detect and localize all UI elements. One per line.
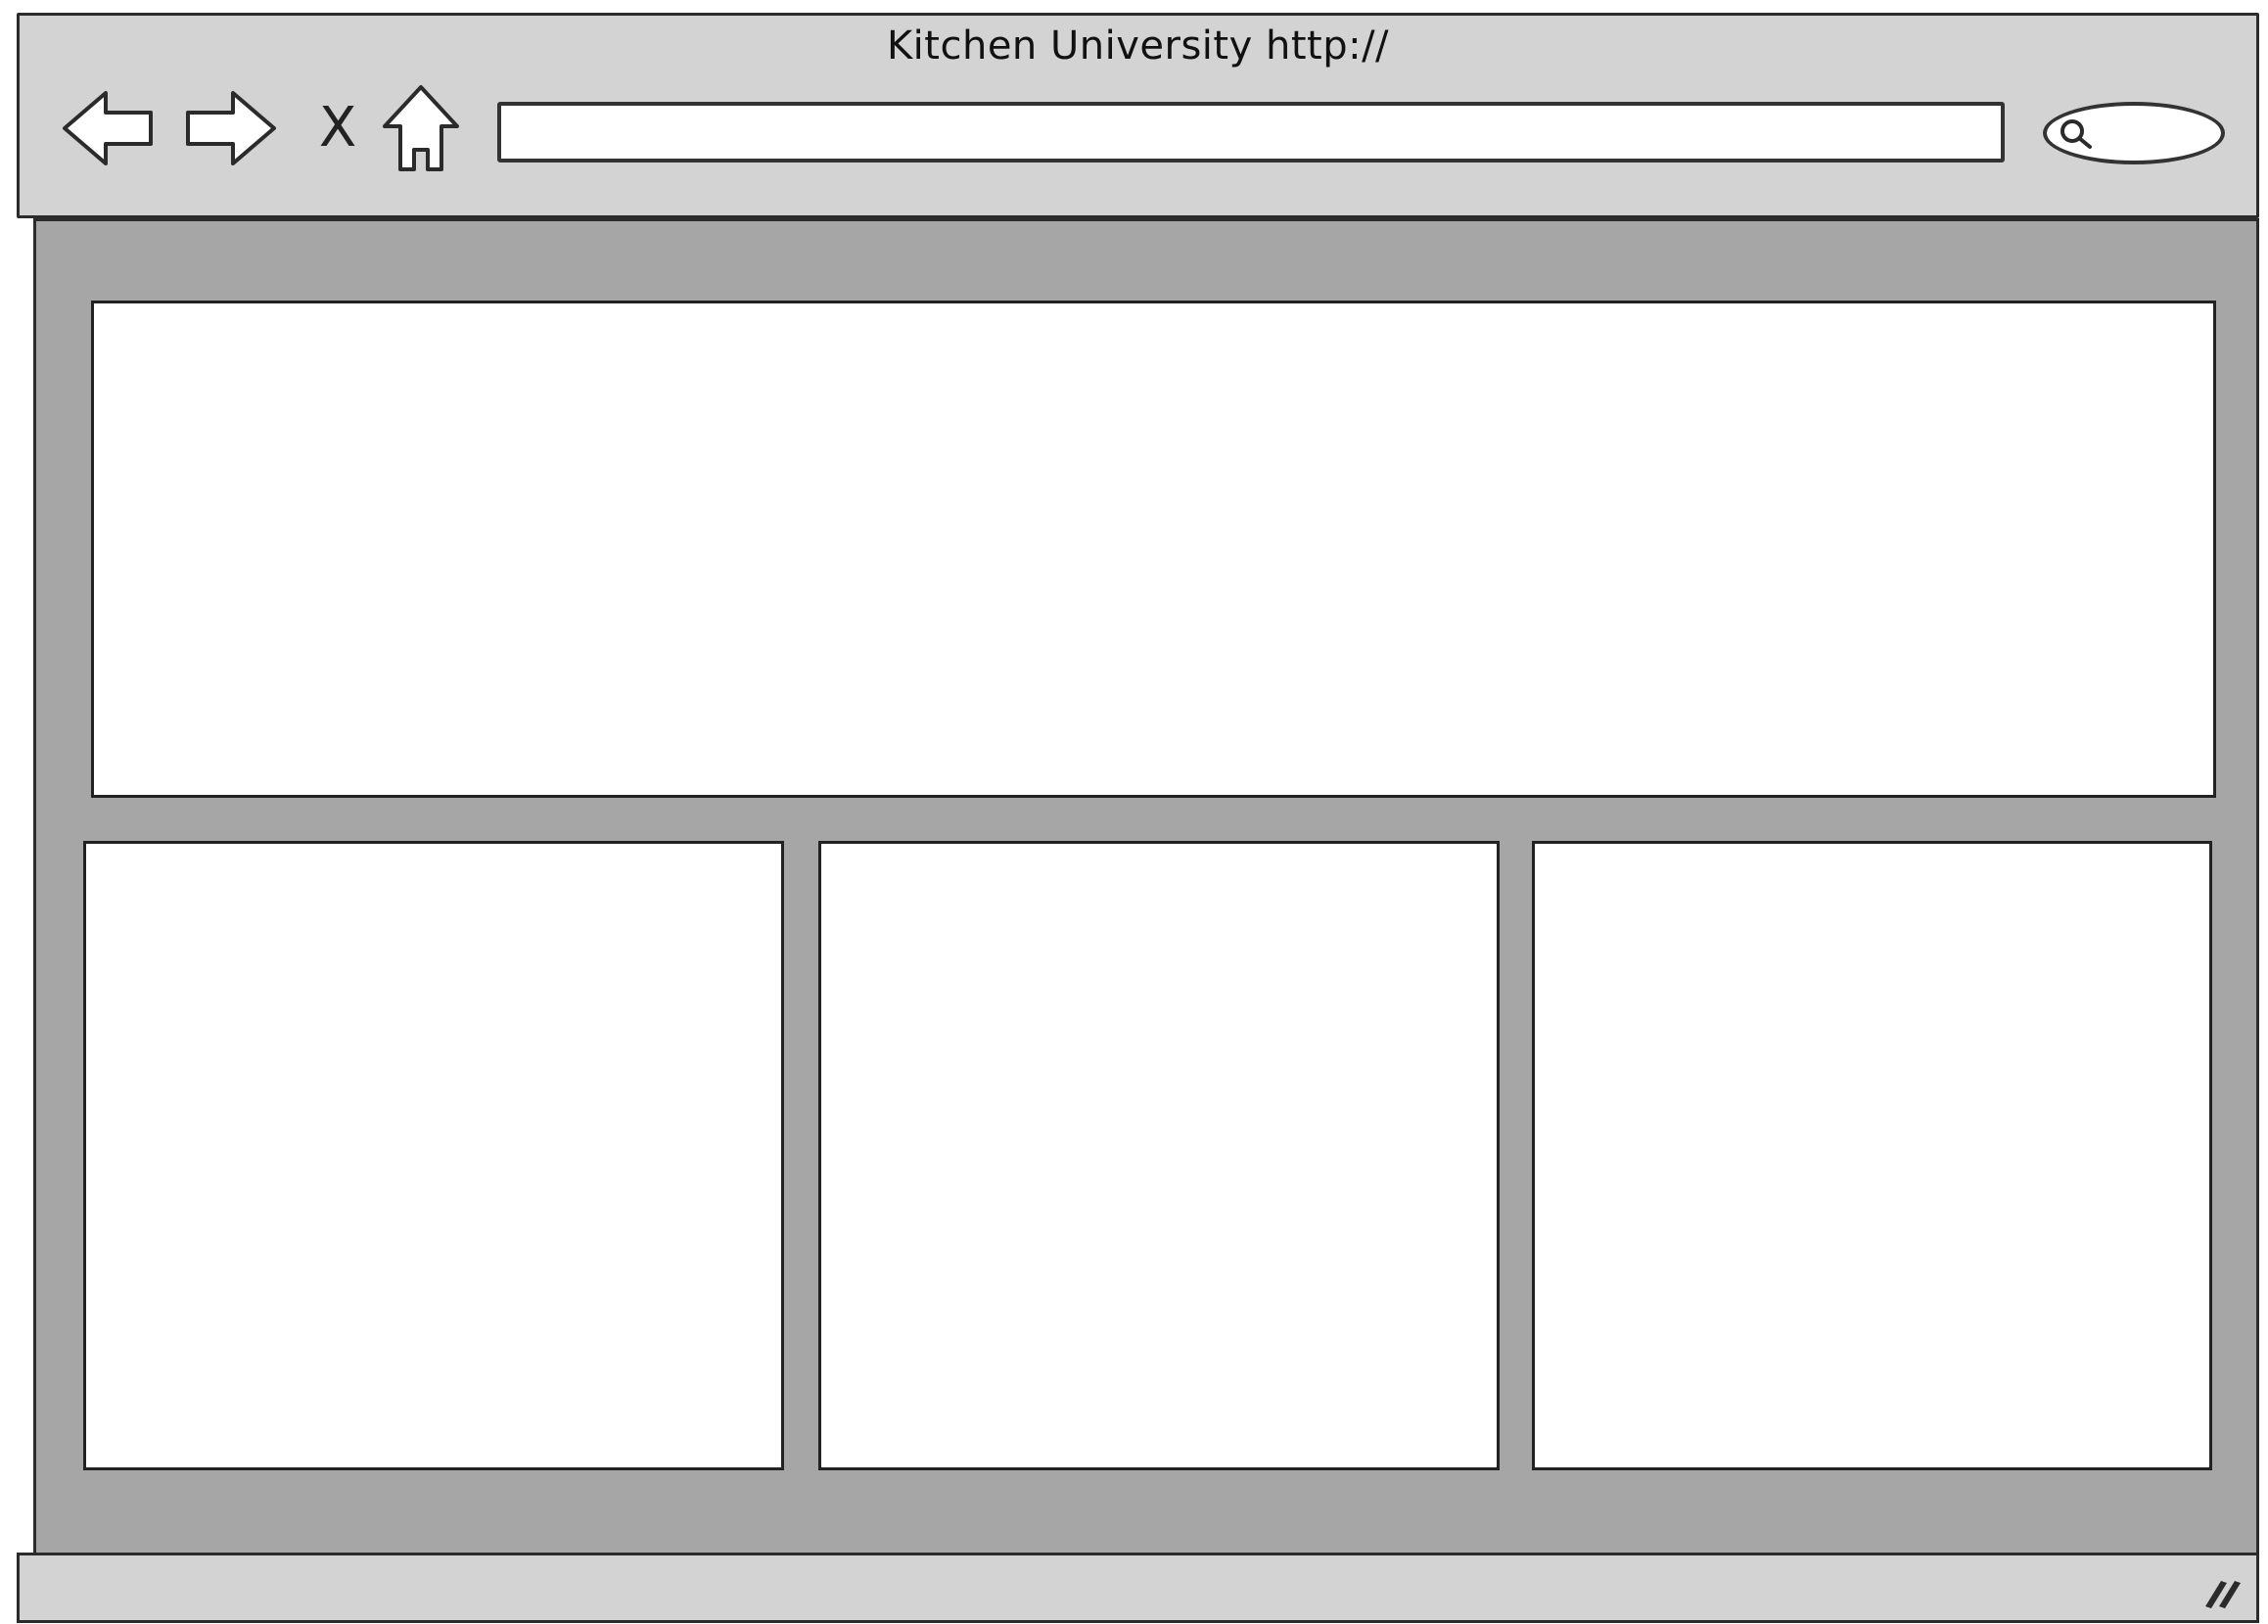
forward-button[interactable] <box>179 79 282 177</box>
resize-grip-icon[interactable] <box>2199 1573 2243 1612</box>
home-icon <box>383 85 459 171</box>
search-icon <box>2060 119 2092 149</box>
status-bar <box>17 1553 2259 1623</box>
browser-window: Kitchen University http:// X <box>17 13 2259 1623</box>
content-card-2-placeholder <box>818 841 1500 1470</box>
stop-button[interactable]: X <box>303 79 372 177</box>
back-arrow-icon <box>63 91 153 165</box>
browser-chrome: Kitchen University http:// X <box>17 13 2259 218</box>
home-button[interactable] <box>377 79 465 177</box>
stop-icon: X <box>318 96 357 160</box>
hero-banner-placeholder <box>91 301 2216 798</box>
back-button[interactable] <box>57 79 160 177</box>
address-bar-input[interactable] <box>497 102 2005 162</box>
page-viewport <box>33 218 2259 1559</box>
forward-arrow-icon <box>186 91 276 165</box>
window-title: Kitchen University http:// <box>886 23 1390 69</box>
content-card-3-placeholder <box>1532 841 2212 1470</box>
content-card-1-placeholder <box>83 841 784 1470</box>
search-button[interactable] <box>2043 102 2225 164</box>
